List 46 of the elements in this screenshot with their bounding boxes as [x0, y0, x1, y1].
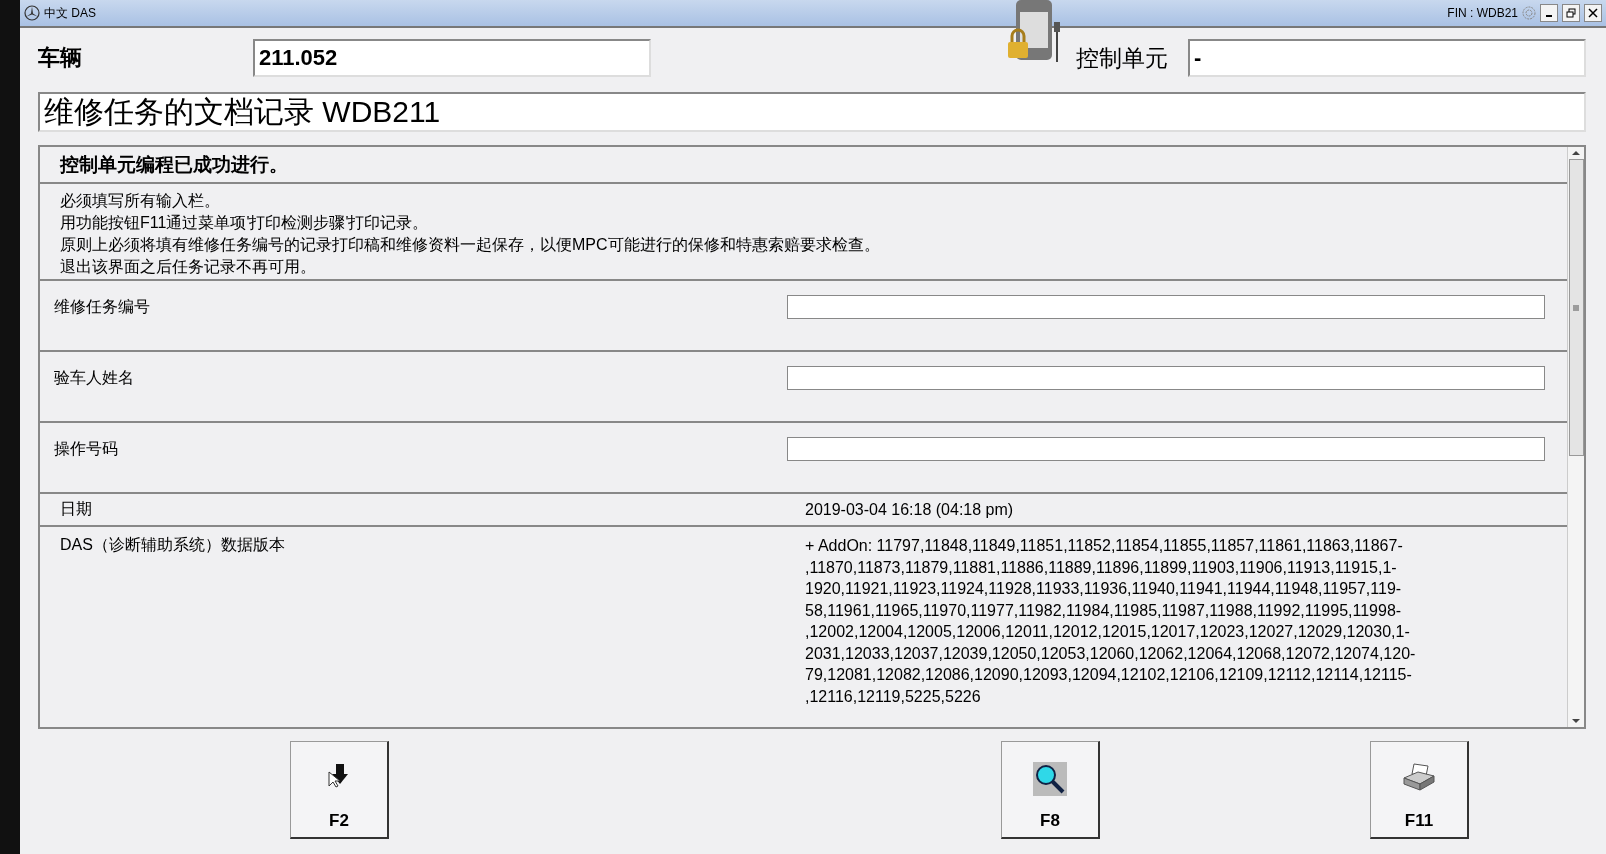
- control-unit-label: 控制单元: [1076, 43, 1168, 73]
- scroll-down-icon[interactable]: [1572, 718, 1580, 724]
- input-field[interactable]: [787, 366, 1545, 390]
- data-version-text: ,12002,12004,12005,12006,12011,12012,12015,12017,12023,12027,12029,12030,1-: [805, 622, 1411, 642]
- star-logo-icon: [24, 5, 40, 21]
- input-field[interactable]: [787, 437, 1545, 461]
- vehicle-field: 211.052: [253, 39, 651, 77]
- function-key-button[interactable]: F2: [290, 741, 389, 839]
- fin-label: FIN : WDB21: [1447, 6, 1518, 20]
- scroll-up-icon[interactable]: [1572, 150, 1580, 156]
- data-version-text: + AddOn: 11797,11848,11849,11851,11852,11854,11855,11857,11861,11863,11867-: [805, 536, 1404, 556]
- restore-button[interactable]: [1562, 4, 1580, 22]
- field-label: 验车人姓名: [54, 368, 135, 388]
- control-unit-field: -: [1188, 39, 1586, 77]
- field-label: 维修任务编号: [54, 297, 151, 317]
- close-button[interactable]: [1584, 4, 1602, 22]
- fingerprint-icon: [1522, 6, 1536, 20]
- data-version-text: 79,12081,12082,12086,12090,12093,12094,12102,12106,12109,12112,12114,12115-: [805, 665, 1413, 685]
- data-version-label: DAS（诊断辅助系统）数据版本: [60, 535, 286, 555]
- data-version-text: ,11870,11873,11879,11881,11886,11889,11896,11899,11903,11906,11913,11915,1-: [805, 557, 1398, 578]
- minimize-button[interactable]: [1540, 4, 1558, 22]
- field-label: 操作号码: [54, 439, 119, 459]
- date-value: 2019-03-04 16:18 (04:18 pm): [805, 500, 1014, 519]
- close-icon: [1588, 8, 1598, 18]
- minimize-icon: [1546, 15, 1552, 17]
- function-key-button[interactable]: F11: [1370, 741, 1469, 839]
- data-version-text: 58,11961,11965,11970,11977,11982,11984,11985,11987,11988,11992,11995,11998-: [805, 600, 1403, 621]
- instruction-text: 原则上必须将填有维修任务编号的记录打印稿和维修资料一起保存，以便MPC可能进行的保修和特惠索赔要求检查。: [60, 235, 881, 255]
- data-version-text: 1920,11921,11923,11924,11928,11933,11936,11940,11941,11944,11948,11957,119-: [805, 579, 1403, 599]
- page-title-field: 维修任务的文档记录 WDB211: [38, 92, 1586, 132]
- instruction-text: 必须填写所有输入栏。: [60, 191, 221, 211]
- instruction-text: 退出该界面之后任务记录不再可用。: [60, 257, 317, 277]
- vehicle-label: 车辆: [38, 44, 83, 72]
- printer-icon: [1402, 762, 1436, 792]
- window-title: 中文 DAS: [44, 4, 96, 22]
- instruction-text: 用功能按钮F11通过菜单项'打印检测步骤'打印记录。: [60, 213, 430, 233]
- search-icon: [1033, 762, 1067, 796]
- data-version-text: 2031,12033,12037,12039,12050,12053,12060,12062,12064,12068,12072,12074,120-: [805, 643, 1416, 664]
- input-field[interactable]: [787, 295, 1545, 319]
- function-key-button[interactable]: F8: [1001, 741, 1100, 839]
- grip-icon: [1573, 304, 1579, 311]
- status-heading: 控制单元编程已成功进行。: [60, 152, 288, 177]
- data-version-text: ,12116,12119,5225,5226: [805, 686, 982, 707]
- date-label: 日期: [60, 499, 93, 519]
- scrollbar[interactable]: [1567, 147, 1584, 727]
- restore-icon: [1566, 8, 1576, 18]
